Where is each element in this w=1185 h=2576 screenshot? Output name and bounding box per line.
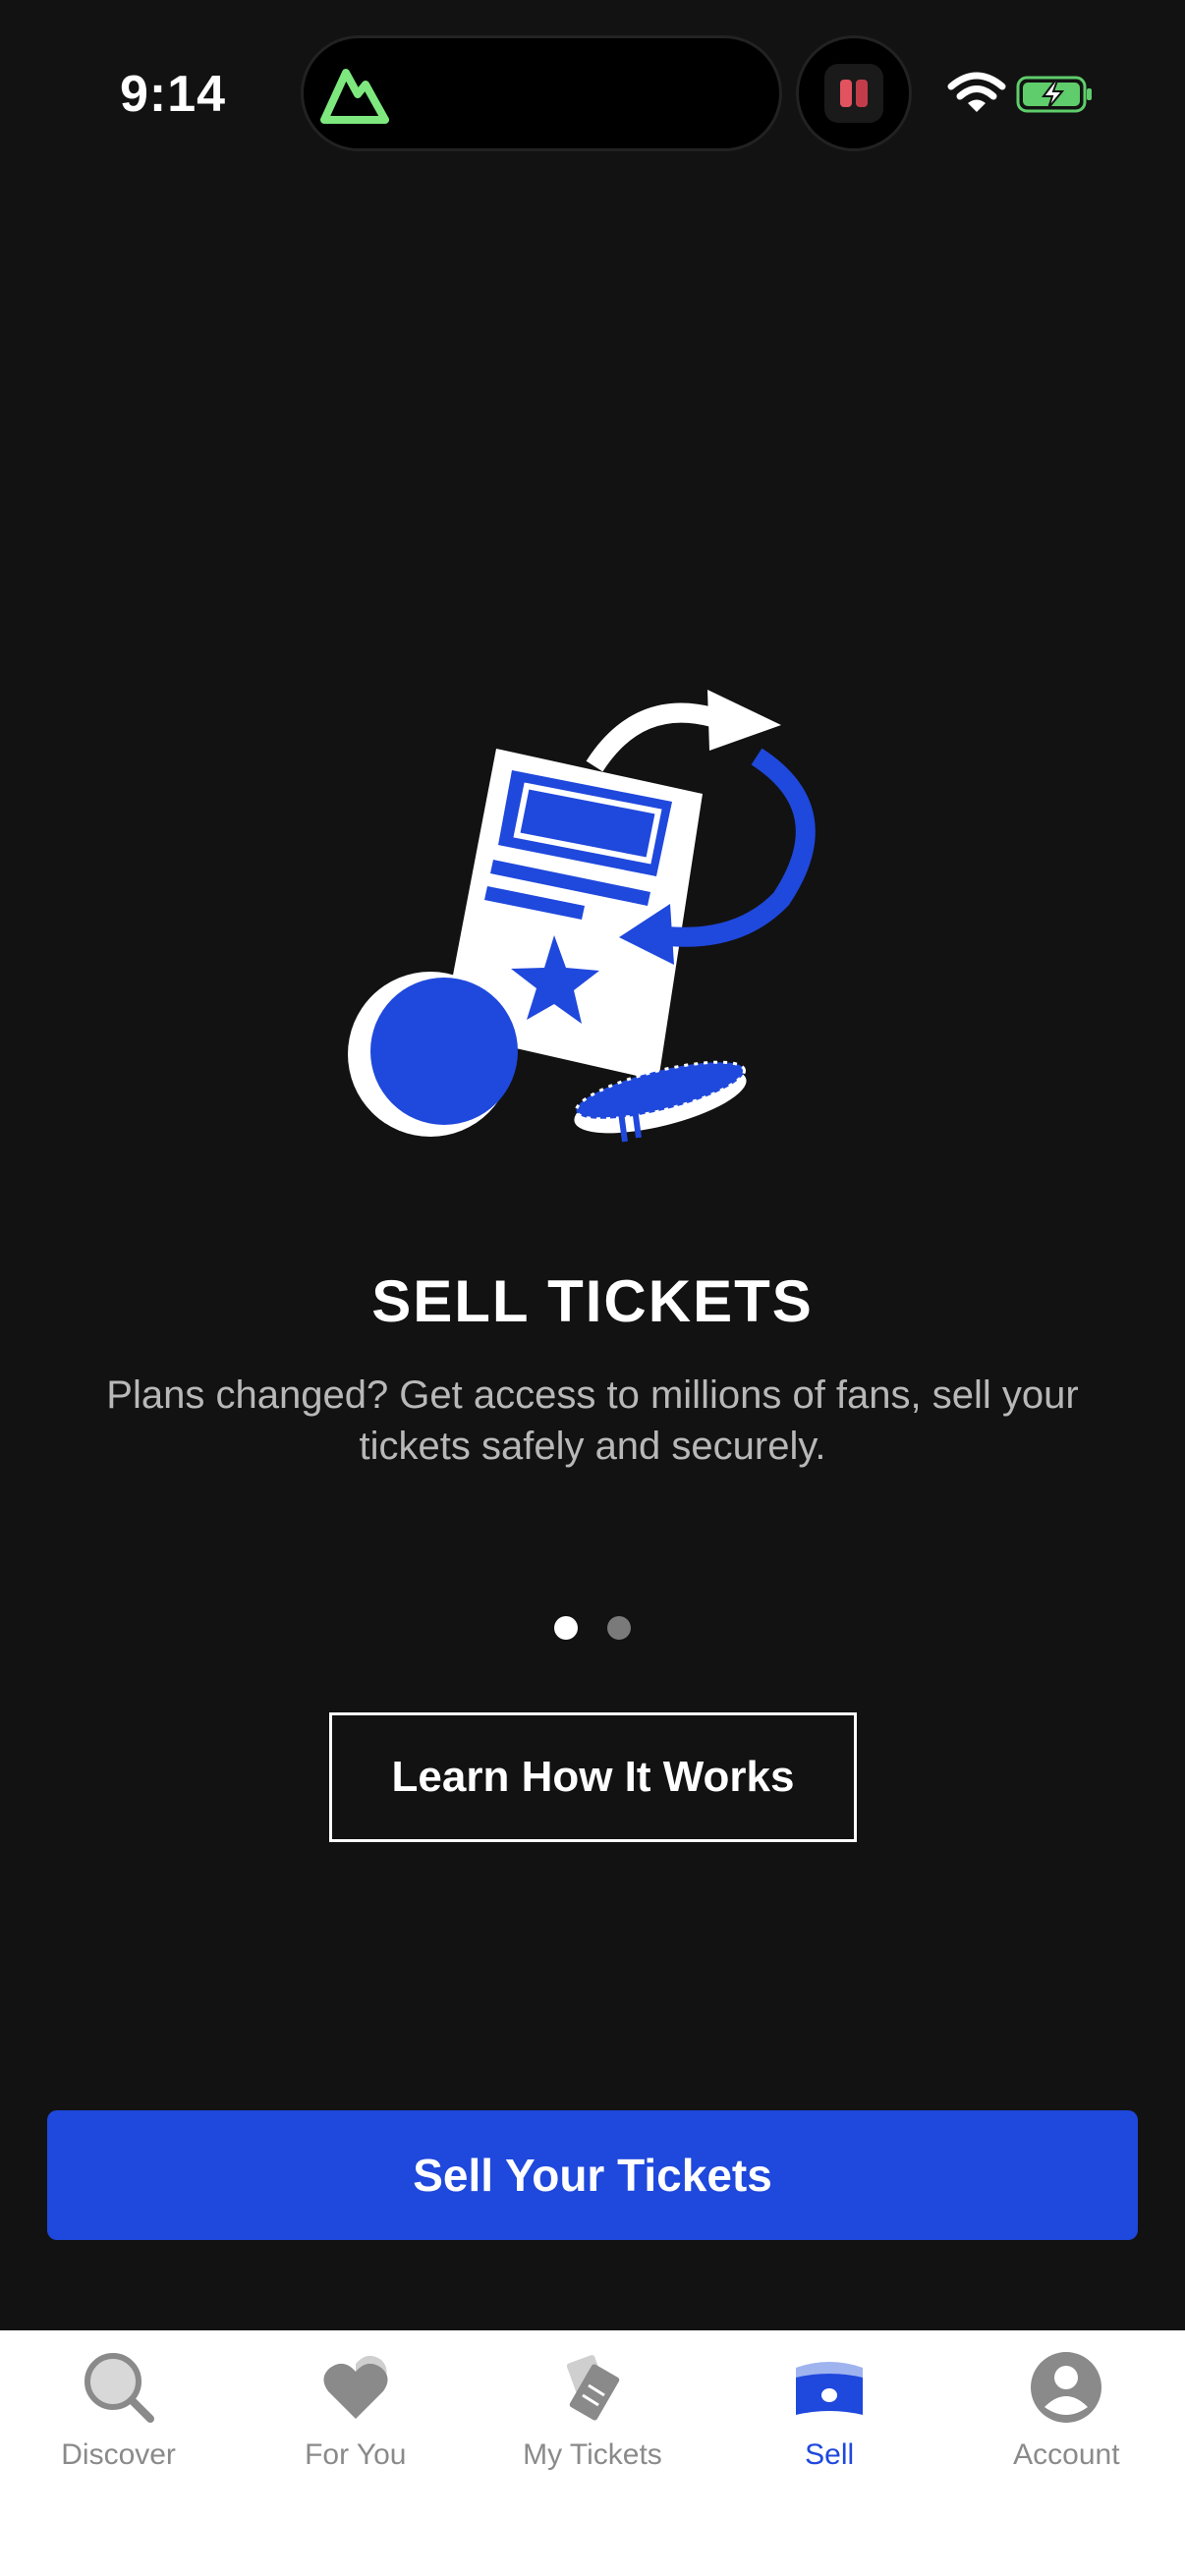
page-subtitle: Plans changed? Get access to millions of… (106, 1373, 1079, 1468)
tab-account[interactable]: Account (958, 2348, 1174, 2576)
account-icon (1031, 2352, 1102, 2423)
ticket-icon (566, 2355, 620, 2421)
heart-icon (323, 2355, 388, 2419)
alltrails-activity-icon (320, 69, 389, 124)
tab-for-you[interactable]: For You (248, 2348, 464, 2576)
page-dot-active[interactable] (554, 1616, 578, 1640)
sell-screen: 9:14 SELL TICKETS Plans changed? Get acc… (0, 0, 1185, 2576)
page-title: SELL TICKETS (371, 1268, 814, 1334)
tab-my-tickets[interactable]: My Tickets (484, 2348, 701, 2576)
sell-your-tickets-button[interactable]: Sell Your Tickets (47, 2110, 1138, 2240)
status-time: 9:14 (120, 66, 227, 123)
learn-how-it-works-button[interactable]: Learn How It Works (329, 1712, 857, 1842)
tab-discover[interactable]: Discover (11, 2348, 227, 2576)
battery-charging-icon (1016, 76, 1092, 113)
app-activity-icon (824, 64, 883, 123)
tab-sell[interactable]: Sell (721, 2348, 937, 2576)
tab-label: My Tickets (523, 2438, 662, 2471)
tab-label: For You (305, 2438, 407, 2471)
page-dot[interactable] (607, 1616, 631, 1640)
tab-label: Discover (61, 2438, 176, 2471)
tab-label: Account (1013, 2438, 1120, 2471)
money-icon (796, 2362, 864, 2415)
tab-bar: Discover For You My Tickets Sell Account (0, 2330, 1185, 2576)
search-icon (84, 2353, 154, 2423)
sell-tickets-illustration (348, 690, 816, 1143)
home-indicator (398, 2545, 787, 2556)
wifi-icon (947, 72, 1006, 112)
page-indicator (0, 1616, 1185, 1640)
tab-label: Sell (805, 2438, 855, 2471)
